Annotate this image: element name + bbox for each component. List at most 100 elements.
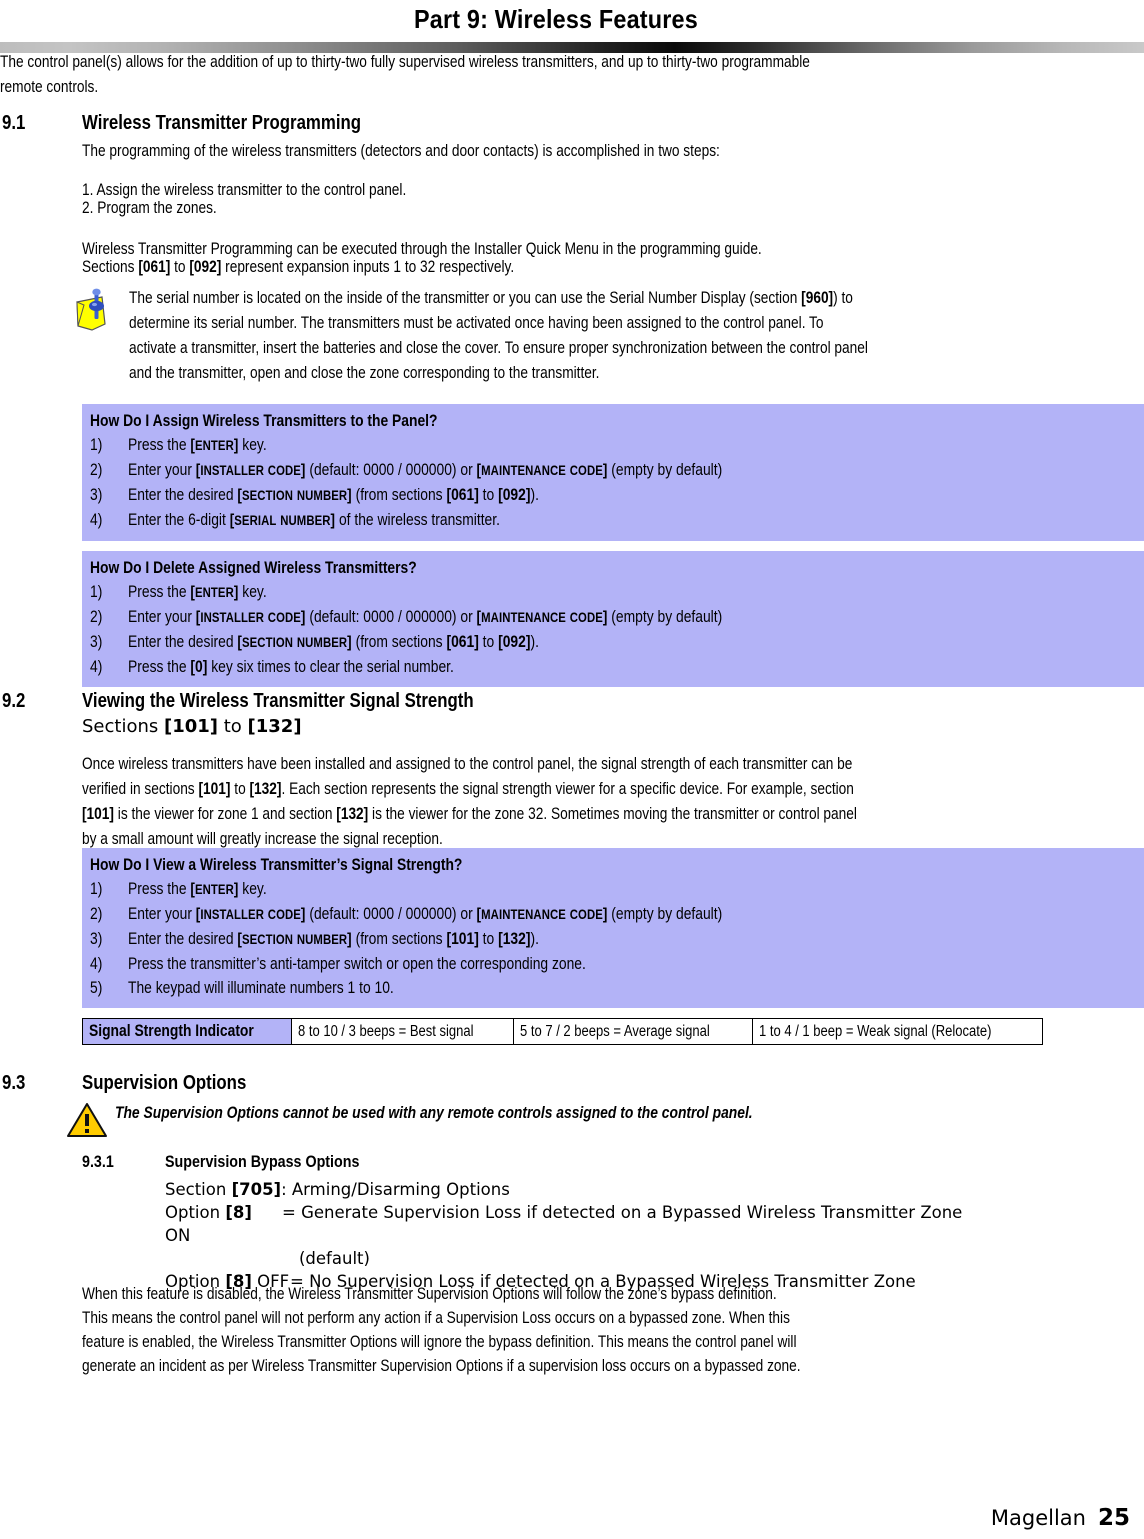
- key-token: [SECTION NUMBER]: [237, 487, 352, 504]
- section-931-title: Supervision Bypass Options: [165, 1152, 360, 1171]
- key-token: [ENTER]: [190, 584, 239, 601]
- section-token: [0]: [190, 658, 208, 676]
- instruction-step-number: 2): [90, 608, 103, 626]
- section-93-title: Supervision Options: [82, 1072, 247, 1094]
- instruction-step-text: Enter the desired [SECTION NUMBER] (from…: [128, 930, 539, 948]
- delete-transmitters-box: How Do I Delete Assigned Wireless Transm…: [82, 551, 1144, 687]
- key-token: [ENTER]: [190, 881, 239, 898]
- signal-strength-label: Signal Strength Indicator: [81, 1018, 293, 1045]
- section-92-subtitle: Sections [101] to [132]: [82, 716, 302, 737]
- instruction-step-number: 2): [90, 461, 103, 479]
- instruction-step-number: 4): [90, 511, 103, 529]
- section-931-number: 9.3.1: [82, 1152, 114, 1171]
- instruction-step-number: 1): [90, 583, 103, 601]
- section-931-paragraph: When this feature is disabled, the Wirel…: [82, 1285, 801, 1375]
- key-token: [INSTALLER CODE]: [195, 462, 306, 479]
- section-92-number: 9.2: [2, 690, 26, 712]
- instruction-step: 1) Press the [ENTER] key.: [90, 433, 1144, 458]
- footer-brand: Magellan: [990, 1506, 1086, 1530]
- document-page: Part 9: Wireless Features The control pa…: [0, 0, 1144, 1539]
- instruction-step: 4) Press the transmitter’s anti-tamper sw…: [90, 952, 1144, 976]
- key-token: [MAINTENANCE CODE]: [476, 462, 608, 479]
- instruction-step-number: 1): [90, 436, 103, 454]
- instruction-step-number: 5): [90, 979, 103, 997]
- section-92-title: Viewing the Wireless Transmitter Signal …: [82, 690, 474, 712]
- section-token: [092]: [498, 633, 531, 651]
- section-91-number: 9.1: [2, 112, 26, 134]
- instruction-step: 4) Enter the 6-digit [SERIAL NUMBER] of t…: [90, 508, 1144, 533]
- intro-line-1: The control panel(s) allows for the addi…: [0, 53, 810, 71]
- assign-transmitters-box: How Do I Assign Wireless Transmitters to…: [82, 404, 1144, 541]
- instruction-step-number: 2): [90, 905, 103, 923]
- view-box-rows: 1) Press the [ENTER] key. 2) Enter your [IN…: [82, 877, 1144, 1000]
- section-93-number: 9.3: [2, 1072, 26, 1094]
- section-91-paragraph-line-2: Sections [061] to [092] represent expans…: [82, 258, 515, 276]
- instruction-step-number: 1): [90, 880, 103, 898]
- section-91-title: Wireless Transmitter Programming: [82, 112, 362, 134]
- section-token: [101]: [446, 930, 479, 948]
- section-93-warning-text: The Supervision Options cannot be used w…: [115, 1104, 753, 1122]
- instruction-step-text: Press the [ENTER] key.: [128, 583, 267, 601]
- instruction-step-text: Enter the desired [SECTION NUMBER] (from…: [128, 633, 539, 651]
- instruction-step-text: Press the [ENTER] key.: [128, 436, 267, 454]
- signal-cell-best: 8 to 10 / 3 beeps = Best signal: [291, 1018, 515, 1045]
- page-title-text: Part 9: Wireless Features: [414, 4, 699, 34]
- intro-line-2: remote controls.: [0, 78, 99, 96]
- instruction-step-text: The keypad will illuminate numbers 1 to …: [128, 979, 394, 997]
- key-token: [ENTER]: [190, 437, 239, 454]
- warning-triangle-icon: [66, 1101, 108, 1144]
- page-title: Part 9: Wireless Features: [0, 0, 1144, 35]
- instruction-step: 1) Press the [ENTER] key.: [90, 877, 1144, 902]
- instruction-step-text: Press the [ENTER] key.: [128, 880, 267, 898]
- intro-paragraph: The control panel(s) allows for the addi…: [0, 50, 1144, 100]
- instruction-step: 1) Press the [ENTER] key.: [90, 580, 1144, 605]
- instruction-step-text: Enter your [INSTALLER CODE] (default: 00…: [128, 905, 723, 923]
- key-token: [MAINTENANCE CODE]: [476, 906, 608, 923]
- instruction-step: 3) Enter the desired [SECTION NUMBER] (fr…: [90, 630, 1144, 655]
- section-931-options: Section [705]: Arming/Disarming Options …: [165, 1178, 962, 1293]
- note-pushpin-icon: [72, 288, 114, 339]
- signal-strength-table: Signal Strength Indicator 8 to 10 / 3 be…: [81, 1018, 1043, 1045]
- option-8-on-default: (default): [299, 1249, 370, 1268]
- section-token: [061]: [446, 633, 479, 651]
- key-token: [INSTALLER CODE]: [195, 609, 306, 626]
- instruction-step-number: 4): [90, 955, 103, 973]
- instruction-step-text: Press the transmitter’s anti-tamper swit…: [128, 955, 586, 973]
- instruction-step: 2) Enter your [INSTALLER CODE] (default: …: [90, 458, 1144, 483]
- instruction-step-number: 3): [90, 633, 103, 651]
- option-section-line: Section [705]: Arming/Disarming Options: [165, 1180, 510, 1199]
- assign-box-header: How Do I Assign Wireless Transmitters to…: [90, 412, 438, 430]
- section-token: [092]: [498, 486, 531, 504]
- instruction-step-text: Enter your [INSTALLER CODE] (default: 00…: [128, 461, 723, 479]
- delete-box-rows: 1) Press the [ENTER] key. 2) Enter your [IN…: [82, 580, 1144, 679]
- instruction-step-number: 4): [90, 658, 103, 676]
- key-token: [INSTALLER CODE]: [195, 906, 306, 923]
- view-signal-strength-box: How Do I View a Wireless Transmitter’s S…: [82, 848, 1144, 1008]
- instruction-step: 2) Enter your [INSTALLER CODE] (default: …: [90, 605, 1144, 630]
- footer-page-number: 25: [1097, 1505, 1130, 1531]
- instruction-step: 2) Enter your [INSTALLER CODE] (default: …: [90, 902, 1144, 927]
- signal-cell-weak: 1 to 4 / 1 beep = Weak signal (Relocate): [752, 1018, 1043, 1045]
- instruction-step: 3) Enter the desired [SECTION NUMBER] (fr…: [90, 927, 1144, 952]
- instruction-step-number: 3): [90, 486, 103, 504]
- instruction-step-text: Enter your [INSTALLER CODE] (default: 00…: [128, 608, 723, 626]
- instruction-step-number: 3): [90, 930, 103, 948]
- signal-cell-average: 5 to 7 / 2 beeps = Average signal: [513, 1018, 754, 1045]
- key-token: [SERIAL NUMBER]: [229, 512, 336, 529]
- table-row: Signal Strength Indicator 8 to 10 / 3 be…: [81, 1018, 1043, 1045]
- section-92-paragraph: Once wireless transmitters have been ins…: [82, 755, 857, 848]
- instruction-step-text: Enter the desired [SECTION NUMBER] (from…: [128, 486, 539, 504]
- instruction-step: 5) The keypad will illuminate numbers 1 t…: [90, 976, 1144, 1000]
- key-token: [SECTION NUMBER]: [237, 931, 352, 948]
- instruction-step: 3) Enter the desired [SECTION NUMBER] (fr…: [90, 483, 1144, 508]
- key-token: [SECTION NUMBER]: [237, 634, 352, 651]
- view-box-header: How Do I View a Wireless Transmitter’s S…: [90, 856, 463, 874]
- instruction-step-text: Press the [0] key six times to clear the…: [128, 658, 454, 676]
- page-footer: Magellan 25: [991, 1505, 1130, 1531]
- option-8-on-row: Option [8] ON = Generate Supervision Los…: [165, 1203, 963, 1245]
- instruction-step-text: Enter the 6-digit [SERIAL NUMBER] of the…: [128, 511, 500, 529]
- section-91-intro: The programming of the wireless transmit…: [82, 142, 720, 160]
- instruction-step: 4) Press the [0] key six times to clear t…: [90, 655, 1144, 679]
- section-token: [132]: [498, 930, 531, 948]
- section-token: [061]: [446, 486, 479, 504]
